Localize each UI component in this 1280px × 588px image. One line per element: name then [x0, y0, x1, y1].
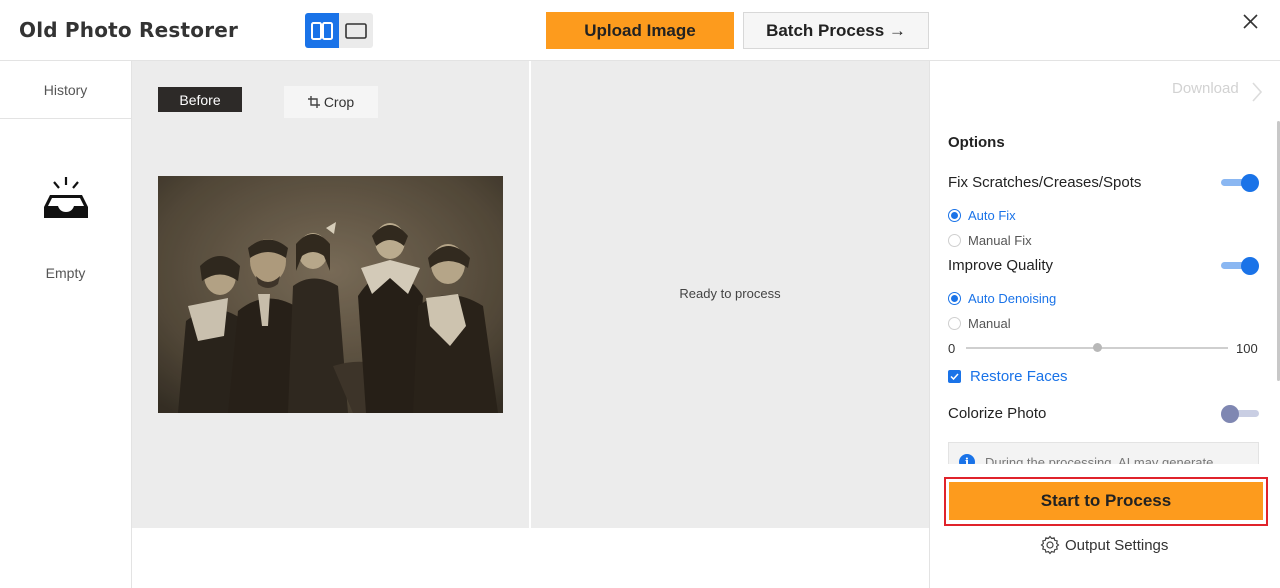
quality-slider-handle[interactable]	[1093, 343, 1102, 352]
header-bar: Old Photo Restorer Upload Image Batch Pr…	[0, 0, 1280, 61]
empty-inbox-icon	[40, 175, 92, 221]
crop-label: Crop	[323, 94, 355, 110]
upload-image-button[interactable]: Upload Image	[546, 12, 734, 49]
chevron-right-icon	[1252, 82, 1263, 102]
options-panel: Download Options Fix Scratches/Creases/S…	[930, 61, 1280, 588]
checkbox-checked-icon	[948, 370, 961, 383]
history-empty-label: Empty	[45, 265, 86, 281]
radio-unselected	[948, 317, 961, 330]
after-pane: Ready to process	[531, 61, 929, 528]
split-view-icon	[311, 21, 333, 40]
notice-text: During the processing, AI may generate	[985, 455, 1214, 464]
before-tag: Before	[158, 87, 242, 112]
radio-selected	[948, 209, 961, 222]
output-settings-label: Output Settings	[1065, 536, 1169, 554]
auto-fix-label: Auto Fix	[968, 208, 1016, 223]
single-view-icon	[345, 22, 367, 39]
radio-unselected	[948, 234, 961, 247]
manual-fix-radio[interactable]: Manual Fix	[948, 233, 1032, 248]
auto-denoising-label: Auto Denoising	[968, 291, 1057, 306]
colorize-label: Colorize Photo	[948, 405, 1047, 422]
improve-quality-toggle[interactable]	[1221, 257, 1259, 275]
crop-icon	[307, 96, 320, 108]
crop-button[interactable]: Crop	[284, 86, 378, 118]
ready-status: Ready to process	[679, 286, 781, 301]
view-mode-toggle	[305, 13, 373, 48]
info-icon: i	[959, 454, 975, 464]
restore-faces-label: Restore Faces	[970, 368, 1068, 385]
single-view-button[interactable]	[339, 13, 373, 48]
split-view-button[interactable]	[305, 13, 339, 48]
manual-radio[interactable]: Manual	[948, 316, 1011, 331]
original-photo	[158, 176, 503, 413]
before-pane: Before Crop	[132, 61, 529, 528]
download-link[interactable]: Download	[1172, 80, 1239, 97]
options-title: Options	[948, 134, 1005, 151]
colorize-toggle[interactable]	[1221, 405, 1259, 423]
radio-selected	[948, 292, 961, 305]
history-sidebar: History Empty	[0, 61, 132, 588]
output-settings-link[interactable]: Output Settings	[1040, 535, 1168, 555]
ai-notice: i During the processing, AI may generate	[948, 442, 1259, 464]
auto-denoising-radio[interactable]: Auto Denoising	[948, 291, 1056, 306]
close-button[interactable]	[1240, 11, 1262, 33]
gear-icon	[1040, 535, 1060, 555]
start-process-button[interactable]: Start to Process	[949, 482, 1263, 520]
fix-scratches-toggle[interactable]	[1221, 174, 1259, 192]
manual-fix-label: Manual Fix	[968, 233, 1032, 248]
app-title: Old Photo Restorer	[19, 18, 239, 42]
fix-scratches-label: Fix Scratches/Creases/Spots	[948, 174, 1142, 191]
auto-fix-radio[interactable]: Auto Fix	[948, 208, 1016, 223]
restore-faces-checkbox[interactable]: Restore Faces	[948, 368, 1068, 385]
slider-min-label: 0	[948, 341, 956, 356]
improve-quality-label: Improve Quality	[948, 257, 1054, 274]
manual-label: Manual	[968, 316, 1011, 331]
history-tab[interactable]: History	[0, 61, 131, 119]
close-icon	[1243, 14, 1258, 29]
batch-process-button[interactable]: Batch Process →	[743, 12, 929, 49]
slider-max-label: 100	[1236, 341, 1258, 356]
